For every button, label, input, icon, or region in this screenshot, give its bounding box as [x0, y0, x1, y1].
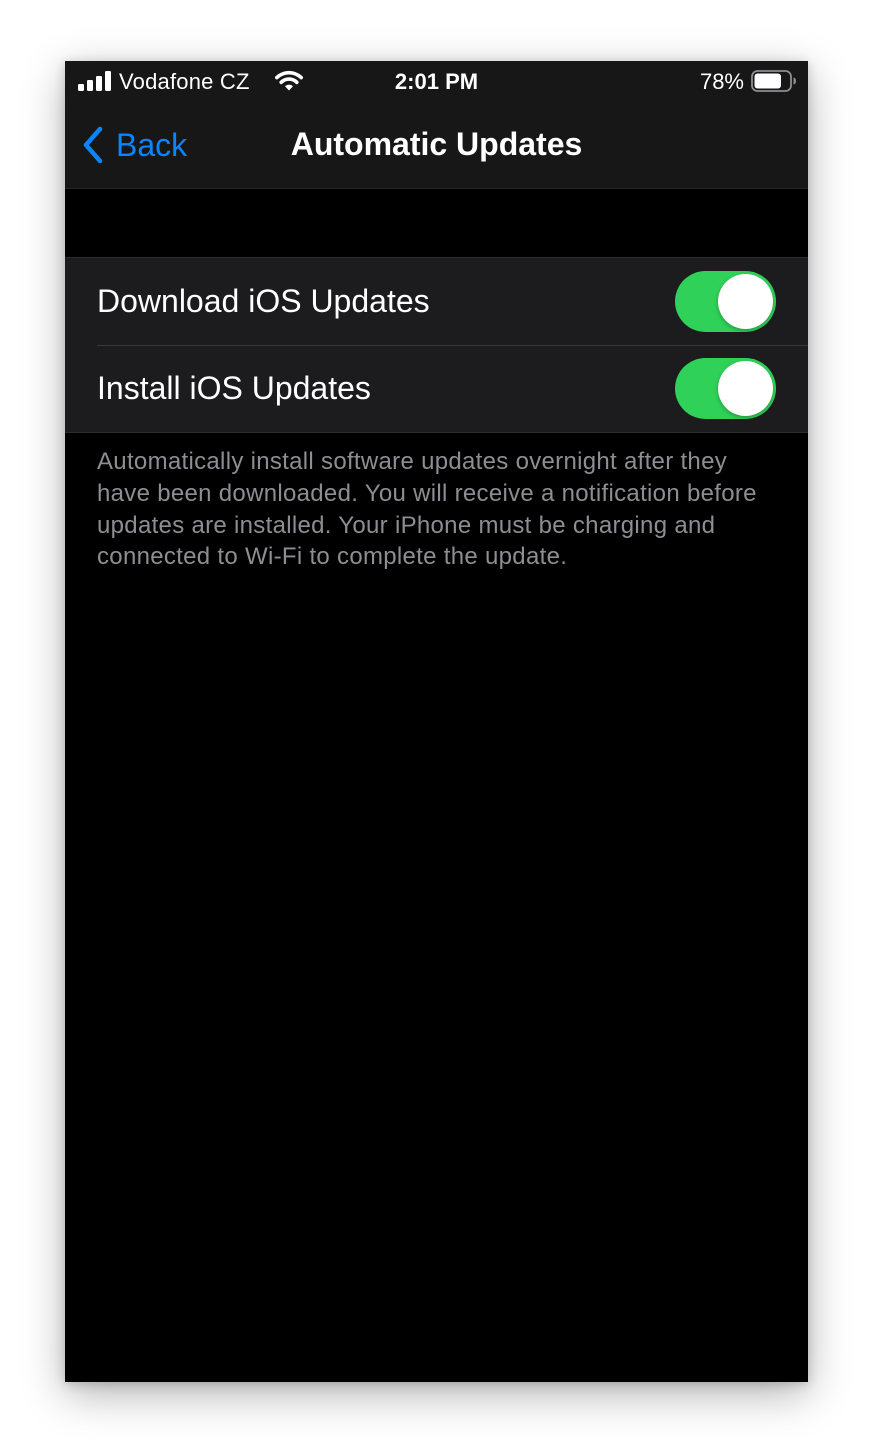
- status-bar: Vodafone CZ 2:01 PM 78%: [65, 61, 808, 103]
- install-ios-updates-toggle[interactable]: [675, 358, 776, 419]
- back-button[interactable]: Back: [80, 123, 187, 167]
- status-time: 2:01 PM: [394, 69, 479, 94]
- header: Vodafone CZ 2:01 PM 78% Back Automatic U…: [65, 61, 808, 189]
- toggle-knob: [718, 361, 773, 416]
- settings-group: Download iOS Updates Install iOS Updates: [65, 257, 808, 433]
- setting-row-download-ios-updates: Download iOS Updates: [65, 258, 808, 345]
- page: Vodafone CZ 2:01 PM 78% Back Automatic U…: [0, 0, 875, 1454]
- toggle-knob: [718, 274, 773, 329]
- settings-footer-note: Automatically install software updates o…: [97, 448, 757, 571]
- battery-percentage: 78%: [699, 69, 744, 94]
- setting-label: Install iOS Updates: [97, 370, 371, 406]
- setting-row-install-ios-updates: Install iOS Updates: [65, 345, 808, 432]
- chevron-left-icon: [83, 126, 103, 164]
- download-ios-updates-toggle[interactable]: [675, 271, 776, 332]
- phone-screen: Vodafone CZ 2:01 PM 78% Back Automatic U…: [65, 61, 808, 1382]
- navigation-bar: Back Automatic Updates: [65, 103, 808, 188]
- back-button-label: Back: [116, 126, 188, 163]
- setting-label: Download iOS Updates: [97, 283, 430, 319]
- battery-icon: [751, 70, 796, 92]
